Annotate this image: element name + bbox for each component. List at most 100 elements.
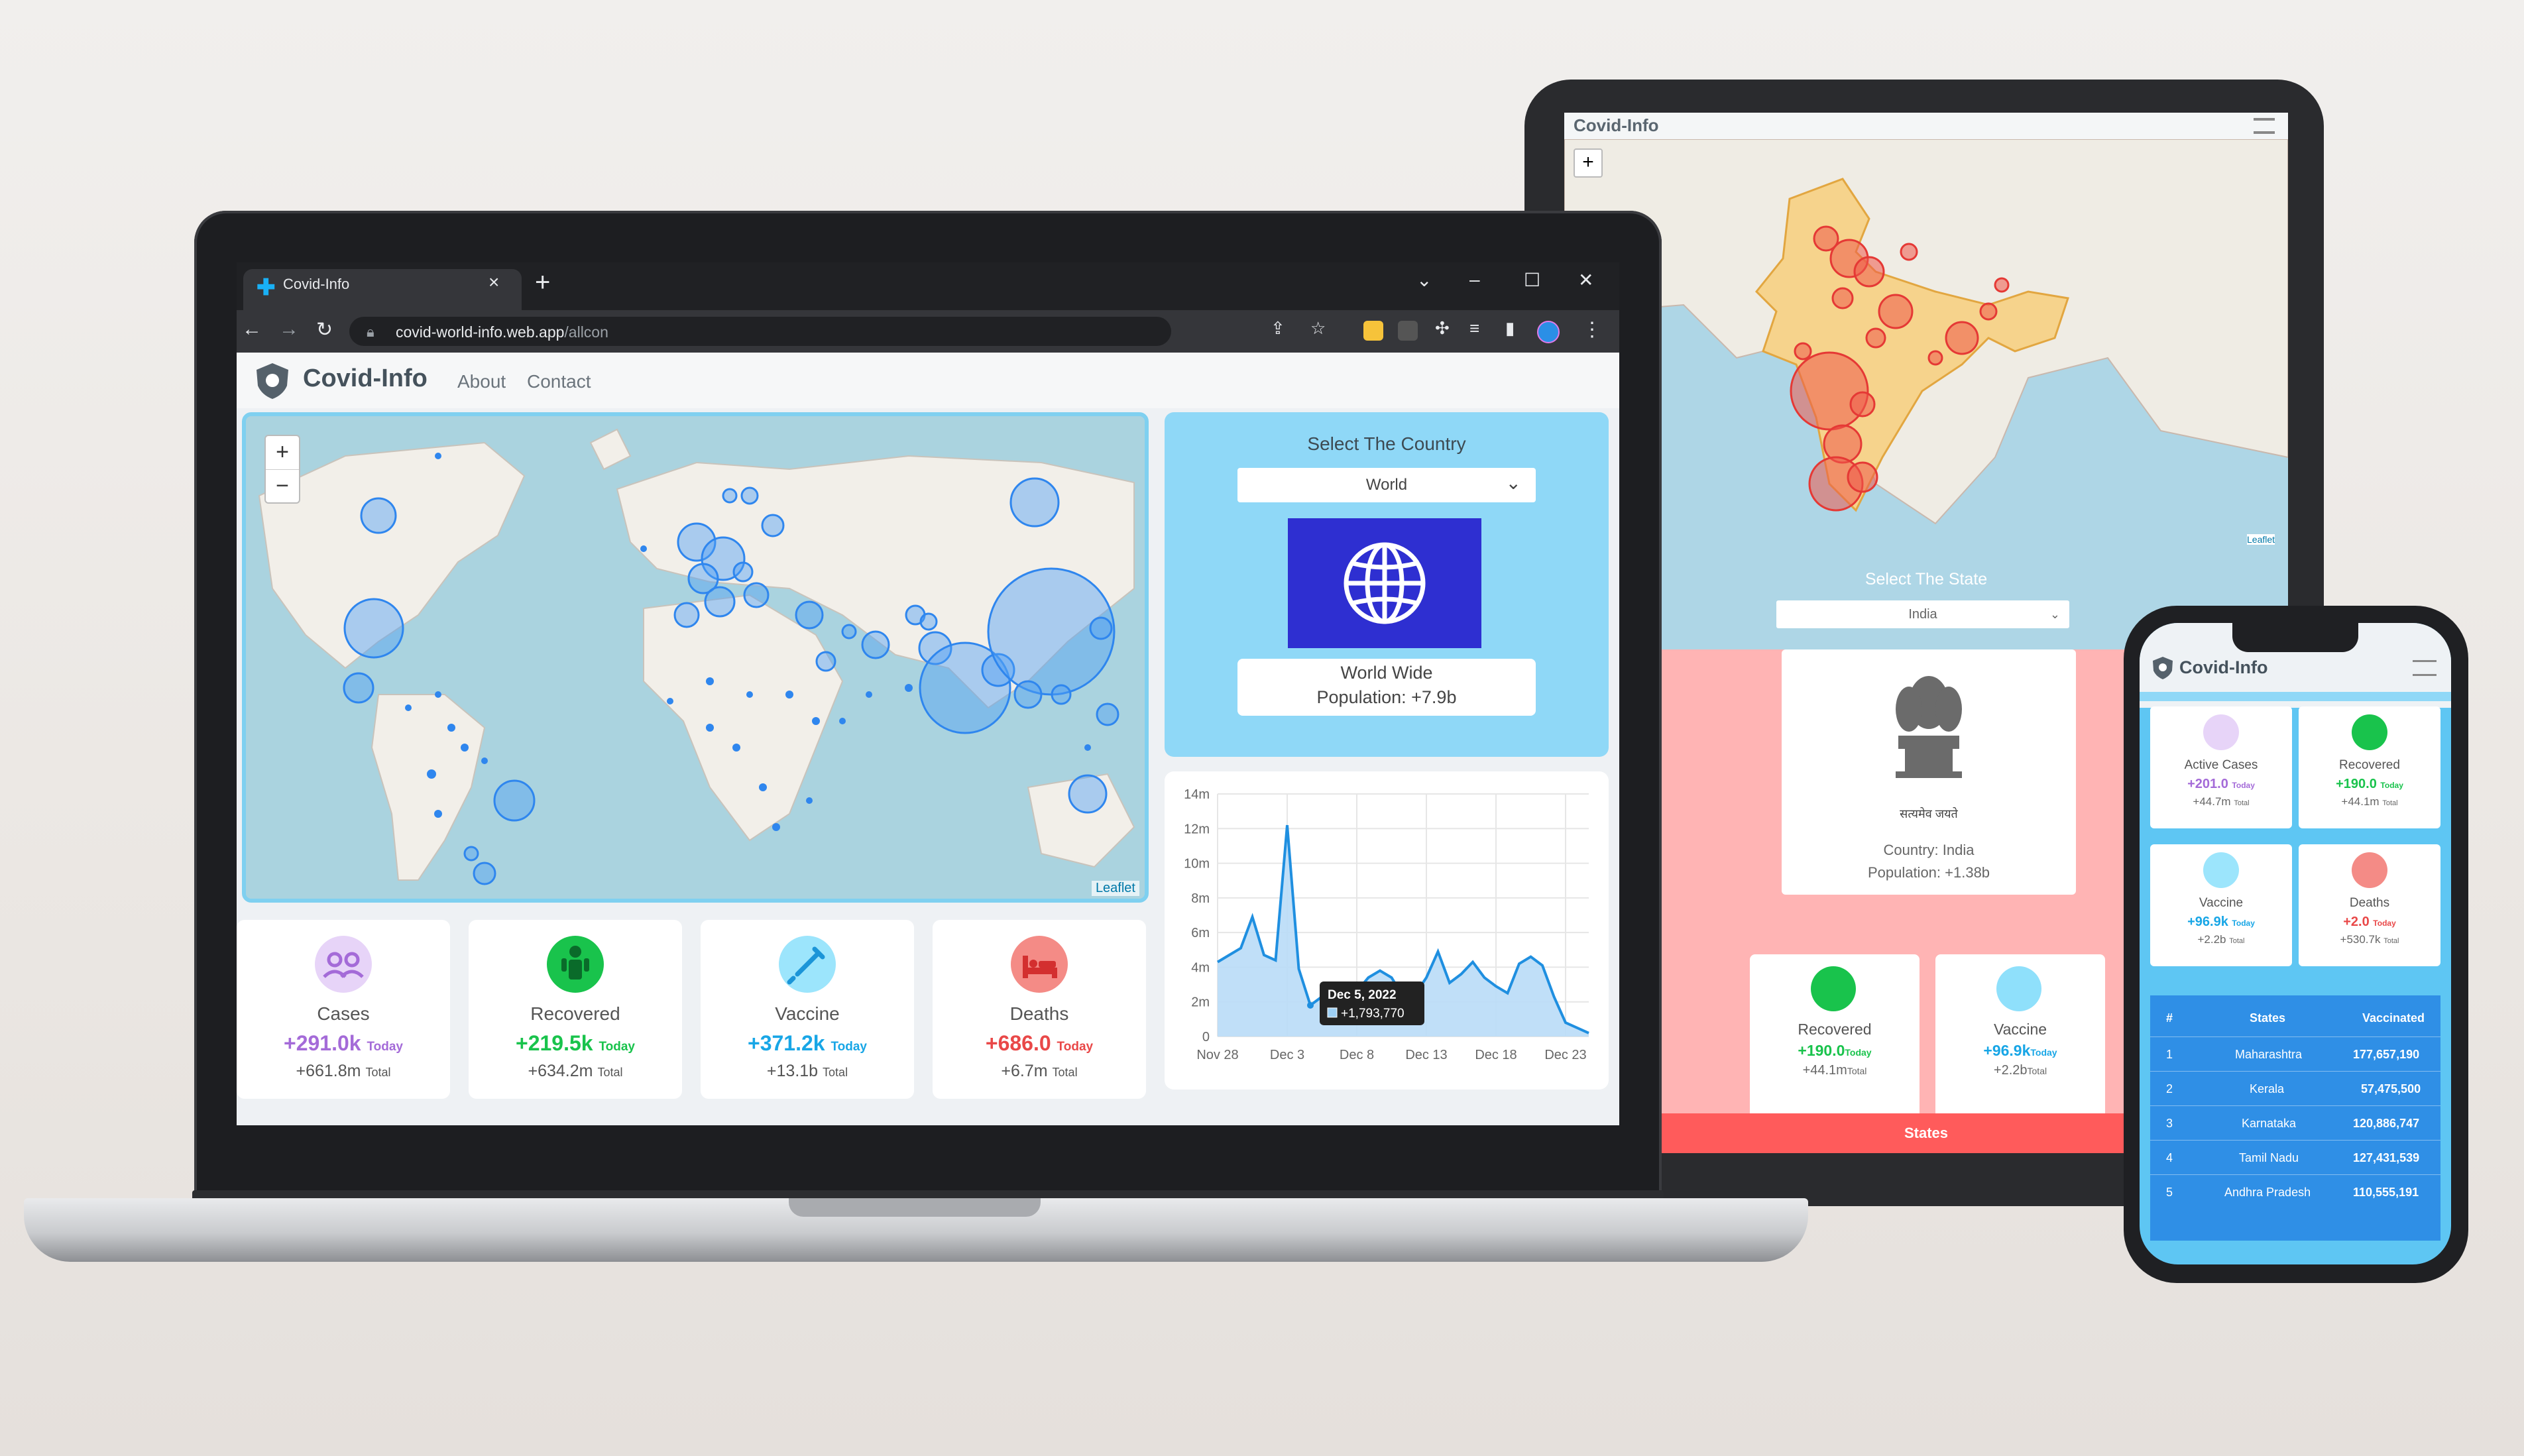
stat-label: Deaths (1009, 1003, 1069, 1024)
zoom-in-button[interactable]: + (266, 436, 299, 470)
x-tick-label: Dec 23 (1544, 1048, 1586, 1062)
person-icon (547, 936, 604, 993)
table-row[interactable]: 4 Tamil Nadu 127,431,539 (2150, 1140, 2440, 1175)
y-tick-label: 10m (1184, 857, 1210, 871)
state-select[interactable]: India ⌄ (1776, 600, 2069, 628)
minimize-icon[interactable]: – (1469, 269, 1480, 290)
zoom-out-button[interactable]: − (266, 470, 299, 503)
country-select-value: World (1365, 476, 1408, 494)
site-brand[interactable]: Covid-Info (303, 364, 428, 393)
tablet-zoom-in[interactable]: + (1574, 148, 1603, 178)
country-select[interactable]: World ⌄ (1237, 468, 1536, 502)
tablet-stat-label: Vaccine (1993, 1021, 2047, 1038)
stat-today: +371.2k Today (748, 1031, 867, 1055)
playlist-icon[interactable]: ≡ (1469, 318, 1479, 339)
phone-brand[interactable]: Covid-Info (2179, 657, 2267, 678)
phone-stat-today: +2.0 Today (2343, 915, 2396, 929)
map-zoom-control: + − (264, 435, 300, 504)
extension-icon[interactable] (1363, 321, 1383, 341)
back-icon[interactable]: ← (242, 318, 262, 341)
x-tick-label: Dec 13 (1405, 1048, 1447, 1062)
vaccination-table: # States Vaccinated 1 Maharashtra 177,65… (2150, 995, 2440, 1241)
stat-total: +634.2m Total (528, 1062, 623, 1080)
y-tick-label: 0 (1202, 1030, 1210, 1044)
phone-stat-today: +201.0 Today (2187, 777, 2255, 791)
close-icon[interactable]: × (488, 272, 499, 293)
table-row[interactable]: 1 Maharashtra 177,657,190 (2150, 1036, 2440, 1072)
chevron-down-icon[interactable]: ⌄ (1416, 269, 1432, 291)
tablet-header: Covid-Info (1564, 113, 2288, 139)
tablet-brand: Covid-Info (1574, 115, 1659, 135)
stat-total: +6.7m Total (1001, 1062, 1078, 1080)
state-select-value: India (1908, 607, 1937, 622)
y-tick-label: 8m (1191, 891, 1210, 906)
daily-chart-card: 0 2m 4m 6m 8m 10m 12m 14m Nov 28 Dec 3 Dec 8 Dec 13… (1165, 771, 1609, 1090)
more-icon[interactable]: ⋮ (1582, 318, 1602, 341)
laptop-notch (789, 1198, 1041, 1217)
phone-stat-total: +44.1m Total (2341, 795, 2398, 808)
window-close-icon[interactable]: ✕ (1578, 269, 1593, 291)
daily-cases-chart[interactable]: 0 2m 4m 6m 8m 10m 12m 14m Nov 28 Dec 3 Dec 8 Dec 13… (1165, 771, 1609, 1090)
phone-stat-today: +190.0 Today (2336, 777, 2403, 791)
state-select-label: Select The State (1864, 570, 1988, 588)
syringe-icon (2203, 852, 2239, 888)
stat-today: +291.0k Today (284, 1031, 403, 1055)
person-icon (1811, 966, 1856, 1011)
sidepanel-icon[interactable]: ▮ (1505, 318, 1515, 339)
share-icon[interactable]: ⇪ (1271, 318, 1285, 339)
phone-stat-deaths: Deaths +2.0 Today +530.7k Total (2299, 844, 2440, 966)
menu-icon[interactable] (2413, 660, 2437, 676)
tablet-stat-today: +190.0Today (1798, 1042, 1872, 1059)
nav-about[interactable]: About (457, 371, 506, 392)
x-tick-label: Nov 28 (1196, 1048, 1238, 1062)
stat-label: Vaccine (775, 1003, 840, 1024)
phone-screen: Covid-Info Active Cases +201.0 Today +44… (2140, 623, 2451, 1264)
tablet-stat-vaccine: Vaccine +96.9kToday +2.2bTotal (1935, 954, 2105, 1120)
bed-icon (2352, 852, 2387, 888)
state-info-card: सत्यमेव जयते Country: India Population: … (1782, 649, 2076, 895)
phone-stat-today: +96.9k Today (2187, 915, 2255, 929)
shield-virus-icon (257, 363, 288, 399)
users-icon (315, 936, 372, 993)
y-tick-label: 14m (1184, 787, 1210, 802)
users-icon (2203, 714, 2239, 750)
stat-card-vaccine: Vaccine +371.2k Today +13.1b Total (701, 920, 914, 1099)
country-select-label: Select The Country (1307, 433, 1466, 454)
menu-icon[interactable] (2254, 118, 2275, 134)
x-tick-label: Dec 8 (1340, 1048, 1374, 1062)
tablet-stat-total: +44.1mTotal (1802, 1063, 1867, 1078)
table-row[interactable]: 2 Kerala 57,475,500 (2150, 1071, 2440, 1106)
stat-label: Cases (317, 1003, 370, 1024)
tablet-attribution[interactable]: Leaflet (2247, 534, 2275, 545)
new-tab-button[interactable]: + (535, 268, 550, 298)
emblem-motto: सत्यमेव जयते (1900, 807, 1958, 820)
table-row[interactable]: 3 Karnataka 120,886,747 (2150, 1105, 2440, 1141)
stat-card-recovered: Recovered +219.5k Today +634.2m Total (469, 920, 682, 1099)
globe-icon (1344, 542, 1426, 624)
person-icon (2352, 714, 2387, 750)
y-tick-label: 6m (1191, 926, 1210, 940)
world-map[interactable]: + − Leaflet (242, 412, 1149, 903)
y-tick-label: 2m (1191, 995, 1210, 1010)
star-icon[interactable]: ☆ (1310, 318, 1326, 339)
tooltip-value: +1,793,770 (1341, 1007, 1405, 1021)
phone-stat-label: Active Cases (2184, 758, 2258, 772)
tab-title[interactable]: Covid-Info (283, 276, 349, 293)
extension-icon[interactable] (1398, 321, 1418, 341)
stat-today: +686.0 Today (985, 1031, 1094, 1055)
nav-contact[interactable]: Contact (527, 371, 591, 392)
chevron-down-icon: ⌄ (2049, 608, 2060, 621)
syringe-icon (1996, 966, 2041, 1011)
puzzle-icon[interactable]: ✣ (1435, 318, 1450, 339)
reload-icon[interactable]: ↻ (316, 318, 333, 341)
phone-stat-label: Deaths (2349, 896, 2390, 910)
phone-stat-label: Recovered (2339, 758, 2400, 772)
forward-icon[interactable]: → (279, 318, 299, 341)
profile-avatar[interactable] (1537, 321, 1560, 343)
table-row[interactable]: 5 Andhra Pradesh 110,555,191 (2150, 1174, 2440, 1209)
phone-stat-label: Vaccine (2199, 896, 2244, 910)
map-attribution[interactable]: Leaflet (1091, 881, 1139, 896)
phone-stat-vaccine: Vaccine +96.9k Today +2.2b Total (2150, 844, 2292, 966)
maximize-icon[interactable]: ☐ (1524, 269, 1540, 291)
url-text[interactable]: covid-world-info.web.app/allcon (396, 323, 608, 341)
